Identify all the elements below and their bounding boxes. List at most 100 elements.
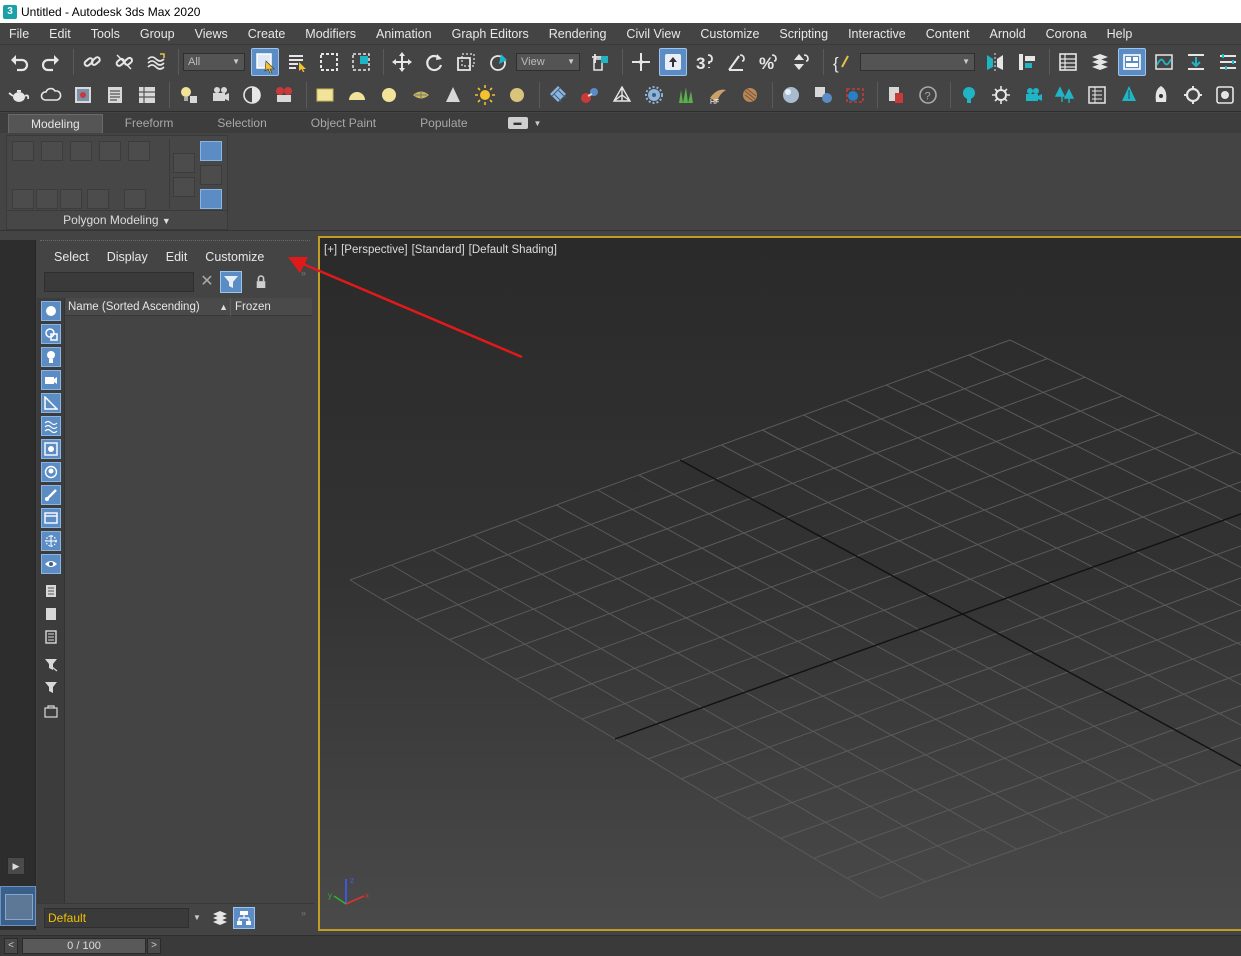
invert-display-icon[interactable] <box>41 604 61 624</box>
vertex-subobject-icon[interactable] <box>12 141 34 161</box>
collapse-stack-icon[interactable] <box>124 189 146 209</box>
previous-frame-button[interactable]: < <box>4 938 18 954</box>
next-frame-button[interactable]: > <box>147 938 161 954</box>
preserve-uvs-icon[interactable] <box>36 189 58 209</box>
menu-civil-view[interactable]: Civil View <box>616 23 690 45</box>
corona-scatter-icon[interactable] <box>1051 81 1079 109</box>
display-none-icon[interactable] <box>41 581 61 601</box>
sort-by-layer-icon[interactable] <box>210 908 230 928</box>
space-warps-icon[interactable] <box>41 416 61 436</box>
3dsmax-app-icon[interactable]: 3 <box>3 4 17 19</box>
xrefs-icon[interactable] <box>41 462 61 482</box>
current-layer-field[interactable]: Default <box>44 908 189 928</box>
polygon-modeling-dropdown[interactable]: Polygon Modeling ▼ <box>7 210 227 229</box>
lights-icon[interactable] <box>41 347 61 367</box>
menu-modifiers[interactable]: Modifiers <box>295 23 366 45</box>
light-lister-icon[interactable] <box>174 81 202 109</box>
edge-subobject-icon[interactable] <box>41 141 63 161</box>
find-icon[interactable] <box>41 701 61 721</box>
menu-arnold[interactable]: Arnold <box>980 23 1036 45</box>
geometry-icon[interactable] <box>41 301 61 321</box>
polygon-subobject-icon[interactable] <box>99 141 121 161</box>
menu-scripting[interactable]: Scripting <box>769 23 838 45</box>
chevron-down-icon[interactable]: ▼ <box>191 910 203 926</box>
curve-editor-icon[interactable] <box>1150 48 1178 76</box>
keyboard-shortcut-override-icon[interactable] <box>659 47 687 76</box>
pin-stack-icon[interactable] <box>200 189 222 209</box>
column-header-frozen[interactable]: Frozen <box>231 301 271 313</box>
invert-filter-icon[interactable] <box>41 627 61 647</box>
select-object-icon[interactable] <box>251 47 279 76</box>
lock-icon[interactable] <box>253 273 269 291</box>
physical-camera-icon[interactable] <box>206 81 234 109</box>
next-modifier-icon[interactable] <box>173 177 195 197</box>
scene-explorer-menu-select[interactable]: Select <box>45 248 98 266</box>
select-and-link-icon[interactable] <box>78 48 106 76</box>
scene-explorer-menu-edit[interactable]: Edit <box>157 248 197 266</box>
ribbon-tab-selection[interactable]: Selection <box>195 114 288 133</box>
cameras-icon[interactable] <box>41 370 61 390</box>
clear-search-icon[interactable]: ✕ <box>199 272 215 292</box>
menu-create[interactable]: Create <box>238 23 296 45</box>
ribbon-tab-object-paint[interactable]: Object Paint <box>289 114 398 133</box>
molecule-icon[interactable] <box>576 81 604 109</box>
corona-sun-icon[interactable] <box>987 81 1015 109</box>
column-header-name[interactable]: Name (Sorted Ascending) ▲ <box>65 297 231 316</box>
menu-edit[interactable]: Edit <box>39 23 81 45</box>
geosphere-primitive-icon[interactable] <box>407 81 435 109</box>
spinner-snap-toggle-icon[interactable] <box>787 48 815 76</box>
chevron-down-icon[interactable]: ▼ <box>534 119 542 128</box>
menu-animation[interactable]: Animation <box>366 23 442 45</box>
help-icon[interactable]: ? <box>914 81 942 109</box>
render-elements-icon[interactable] <box>882 81 910 109</box>
scene-explorer-list[interactable]: Name (Sorted Ascending) ▲ Frozen <box>65 297 313 902</box>
select-and-move-icon[interactable] <box>388 48 416 76</box>
corona-camera-icon[interactable] <box>1019 81 1047 109</box>
menu-file[interactable]: File <box>0 23 39 45</box>
time-slider[interactable]: 0 / 100 <box>22 938 146 954</box>
corona-proxy-icon[interactable] <box>1083 81 1111 109</box>
video-post-icon[interactable] <box>270 81 298 109</box>
ribbon-tab-freeform[interactable]: Freeform <box>103 114 196 133</box>
schematic-view-icon[interactable] <box>1182 48 1210 76</box>
angle-snap-toggle-icon[interactable] <box>723 48 751 76</box>
rendered-frame-window-icon[interactable] <box>69 81 97 109</box>
filter-icon[interactable] <box>41 678 61 698</box>
corona-interactive-icon[interactable] <box>1179 81 1207 109</box>
named-selection-sets-dropdown[interactable]: ▼ <box>860 52 975 71</box>
menu-corona[interactable]: Corona <box>1036 23 1097 45</box>
scene-explorer-menu-customize[interactable]: Customize <box>196 248 273 266</box>
select-and-rotate-icon[interactable] <box>420 48 448 76</box>
toggle-ribbon-icon[interactable] <box>1118 47 1146 76</box>
repeat-last-icon[interactable] <box>87 189 109 209</box>
bones-icon[interactable] <box>41 485 61 505</box>
undo-icon[interactable] <box>5 48 33 76</box>
bind-to-space-warp-icon[interactable] <box>142 48 170 76</box>
border-subobject-icon[interactable] <box>70 141 92 161</box>
menu-interactive[interactable]: Interactive <box>838 23 916 45</box>
mirror-icon[interactable] <box>981 48 1009 76</box>
sphere-material-icon[interactable] <box>503 81 531 109</box>
corona-vfb-icon[interactable] <box>1211 81 1239 109</box>
viewport-layout-thumbnail[interactable] <box>0 886 36 926</box>
edit-named-selection-sets-icon[interactable]: { <box>828 48 856 76</box>
show-end-result-icon[interactable] <box>200 141 222 161</box>
grass-icon[interactable] <box>672 81 700 109</box>
display-all-icon[interactable] <box>41 554 61 574</box>
toggle-layer-explorer-icon[interactable] <box>1086 48 1114 76</box>
teapot-icon[interactable] <box>5 81 33 109</box>
toggle-filter-icon[interactable] <box>220 271 242 293</box>
percent-snap-toggle-icon[interactable]: % <box>755 48 783 76</box>
reference-coordinate-dropdown[interactable]: View ▼ <box>516 52 580 71</box>
menu-customize[interactable]: Customize <box>690 23 769 45</box>
scene-explorer-search-input[interactable] <box>44 272 194 292</box>
helpers-icon[interactable] <box>41 393 61 413</box>
panel-double-chevron-icon[interactable]: » <box>301 908 306 918</box>
select-and-place-icon[interactable] <box>484 48 512 76</box>
expand-layouts-button[interactable]: ▶ <box>7 857 25 875</box>
menu-rendering[interactable]: Rendering <box>539 23 617 45</box>
menu-help[interactable]: Help <box>1097 23 1143 45</box>
render-message-icon[interactable] <box>101 81 129 109</box>
scene-explorer-menu-display[interactable]: Display <box>98 248 157 266</box>
exposure-control-icon[interactable] <box>238 81 266 109</box>
